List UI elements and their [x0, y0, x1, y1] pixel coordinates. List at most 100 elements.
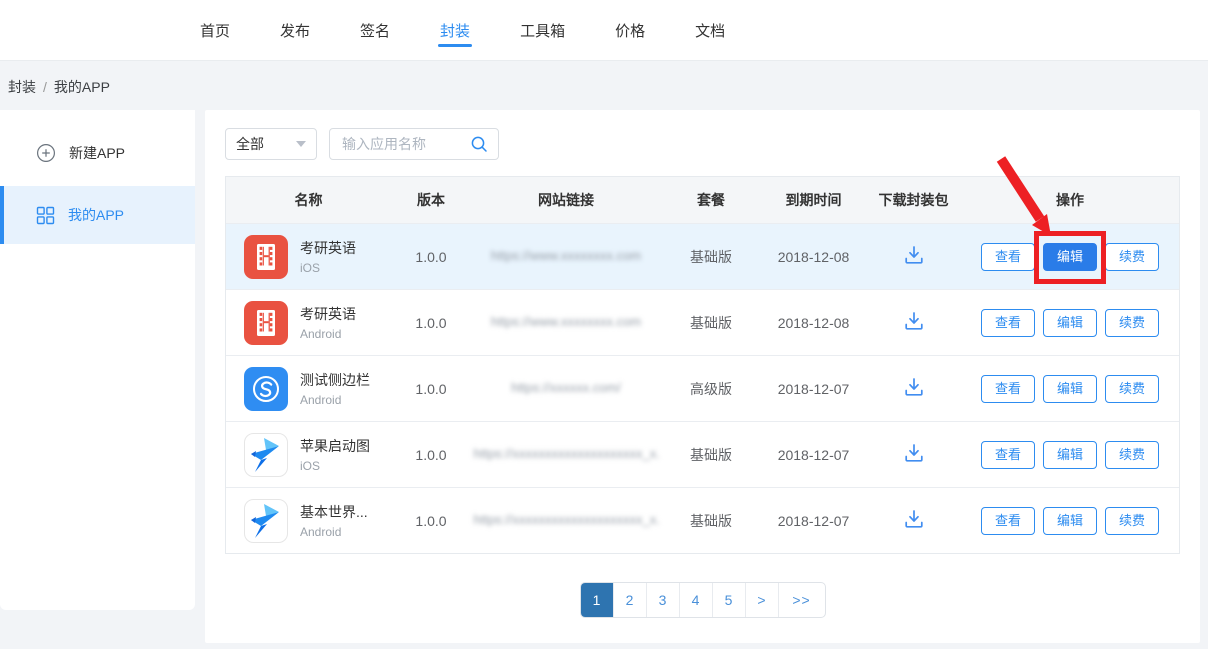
- site-url-blurred: https://xxxxxxxxxxxxxxxxxxxx_x...: [474, 446, 659, 461]
- download-icon[interactable]: [903, 443, 925, 463]
- download-icon[interactable]: [903, 509, 925, 529]
- plan-badge: 基础版: [661, 247, 761, 267]
- site-url-blurred: https://www.xxxxxxxx.com: [491, 248, 641, 263]
- sidebar-item[interactable]: 新建APP: [0, 124, 195, 182]
- download-icon[interactable]: [903, 245, 925, 265]
- sidebar-item[interactable]: 我的APP: [0, 186, 195, 244]
- download-cell: [866, 245, 961, 268]
- nav-item-active[interactable]: 封装: [440, 0, 470, 60]
- app-platform: Android: [300, 327, 356, 341]
- toolbar: 全部: [225, 128, 1180, 160]
- site-url-blurred: https://www.xxxxxxxx.com: [491, 314, 641, 329]
- search-icon[interactable]: [470, 135, 488, 153]
- download-cell: [866, 311, 961, 334]
- filter-select-value: 全部: [236, 134, 264, 154]
- filter-select[interactable]: 全部: [225, 128, 317, 160]
- page-button-3[interactable]: 3: [647, 583, 680, 617]
- nav-item[interactable]: 发布: [280, 0, 310, 60]
- view-button[interactable]: 查看: [981, 441, 1035, 469]
- renew-button[interactable]: 续费: [1105, 309, 1159, 337]
- table-row: 基本世界...Android1.0.0https://xxxxxxxxxxxxx…: [226, 487, 1179, 553]
- view-button[interactable]: 查看: [981, 309, 1035, 337]
- edit-annotation-wrap: 编辑: [1043, 243, 1097, 271]
- site-url-blurred: https://xxxxxxxxxxxxxxxxxxxx_x...: [471, 446, 661, 464]
- edit-button[interactable]: 编辑: [1043, 309, 1097, 337]
- renew-button[interactable]: 续费: [1105, 441, 1159, 469]
- apps-table: 名称版本网站链接套餐到期时间下载封装包操作 考研英语 iOS 1.0.0 https:…: [225, 176, 1180, 554]
- search-box: [329, 128, 499, 160]
- plan-badge: 基础版: [661, 313, 761, 333]
- bird-icon: [244, 499, 288, 543]
- app-name: 考研英语: [300, 238, 356, 258]
- column-header: 网站链接: [471, 190, 661, 210]
- plan-badge: 基础版: [661, 511, 761, 531]
- table-body: 考研英语iOS1.0.0https://www.xxxxxxxx.com基础版2…: [226, 223, 1179, 553]
- film-icon: [244, 235, 288, 279]
- app-name: 考研英语: [300, 304, 356, 324]
- main-panel: 全部 名称版本网站链接套餐到期时间下载封装包操作 考研英语 iOS 1.0.0 htt…: [205, 110, 1200, 643]
- page-button-4[interactable]: 4: [680, 583, 713, 617]
- page-button-5[interactable]: 5: [713, 583, 746, 617]
- column-header: 套餐: [661, 190, 761, 210]
- expiry-date: 2018-12-07: [761, 513, 866, 529]
- search-input[interactable]: [340, 135, 462, 153]
- breadcrumb: 封装 / 我的APP: [0, 61, 1208, 110]
- breadcrumb-section[interactable]: 封装: [8, 79, 36, 95]
- renew-button[interactable]: 续费: [1105, 375, 1159, 403]
- app-name: 基本世界...: [300, 502, 368, 522]
- download-icon[interactable]: [903, 377, 925, 397]
- table-header-row: 名称版本网站链接套餐到期时间下载封装包操作: [226, 177, 1179, 223]
- column-header: 到期时间: [761, 190, 866, 210]
- page-button-1[interactable]: 1: [581, 583, 614, 617]
- actions-cell: 查看编辑续费: [961, 243, 1179, 271]
- app-name-cell: 基本世界... Android: [226, 499, 391, 543]
- actions-cell: 查看编辑续费: [961, 507, 1179, 535]
- nav-item[interactable]: 工具箱: [520, 0, 565, 60]
- renew-button[interactable]: 续费: [1105, 243, 1159, 271]
- app-name-cell: 测试侧边栏Android: [226, 367, 391, 411]
- app-version: 1.0.0: [391, 249, 471, 265]
- download-icon[interactable]: [903, 311, 925, 331]
- s-browser-icon: [244, 367, 288, 411]
- table-row: 考研英语Android1.0.0https://www.xxxxxxxx.com…: [226, 289, 1179, 355]
- pagination-group: 12345>>>: [580, 582, 826, 618]
- view-button[interactable]: 查看: [981, 243, 1035, 271]
- column-header: 下载封装包: [866, 190, 961, 210]
- app-platform: Android: [300, 525, 368, 539]
- page-button-2[interactable]: 2: [614, 583, 647, 617]
- edit-button[interactable]: 编辑: [1043, 507, 1097, 535]
- app-platform: iOS: [300, 459, 370, 473]
- view-button[interactable]: 查看: [981, 375, 1035, 403]
- breadcrumb-separator: /: [43, 79, 47, 95]
- column-header: 名称: [226, 190, 391, 210]
- site-url-blurred: https://www.xxxxxxxx.com: [471, 314, 661, 332]
- plan-badge: 高级版: [661, 379, 761, 399]
- table-row: 考研英语iOS1.0.0https://www.xxxxxxxx.com基础版2…: [226, 223, 1179, 289]
- nav-item[interactable]: 文档: [695, 0, 725, 60]
- breadcrumb-current: 我的APP: [54, 79, 110, 95]
- expiry-date: 2018-12-07: [761, 381, 866, 397]
- content-area: 新建APP 我的APP 全部 名称版本网站链接套餐到期时间下载封装包操作 考研英语…: [0, 110, 1208, 643]
- download-cell: [866, 377, 961, 400]
- renew-button[interactable]: 续费: [1105, 507, 1159, 535]
- sidebar-item-label: 我的APP: [68, 205, 124, 225]
- site-url-blurred: https://xxxxxxxxxxxxxxxxxxxx_x...: [471, 512, 661, 530]
- last-page-button[interactable]: >>: [779, 583, 825, 617]
- site-url-blurred: https://xxxxxx.com/: [511, 380, 621, 395]
- site-url-blurred: https://xxxxxx.com/: [471, 380, 661, 398]
- sidebar-item-label: 新建APP: [69, 143, 125, 163]
- column-header: 操作: [961, 190, 1179, 210]
- nav-item[interactable]: 签名: [360, 0, 390, 60]
- edit-button[interactable]: 编辑: [1043, 243, 1097, 271]
- circle-plus-icon: [36, 143, 56, 163]
- sidebar: 新建APP 我的APP: [0, 110, 195, 610]
- view-button[interactable]: 查看: [981, 507, 1035, 535]
- expiry-date: 2018-12-08: [761, 249, 866, 265]
- nav-item[interactable]: 价格: [615, 0, 645, 60]
- edit-button[interactable]: 编辑: [1043, 375, 1097, 403]
- edit-button[interactable]: 编辑: [1043, 441, 1097, 469]
- table-row: 测试侧边栏Android1.0.0https://xxxxxx.com/高级版2…: [226, 355, 1179, 421]
- next-page-button[interactable]: >: [746, 583, 779, 617]
- nav-item[interactable]: 首页: [200, 0, 230, 60]
- download-cell: [866, 509, 961, 532]
